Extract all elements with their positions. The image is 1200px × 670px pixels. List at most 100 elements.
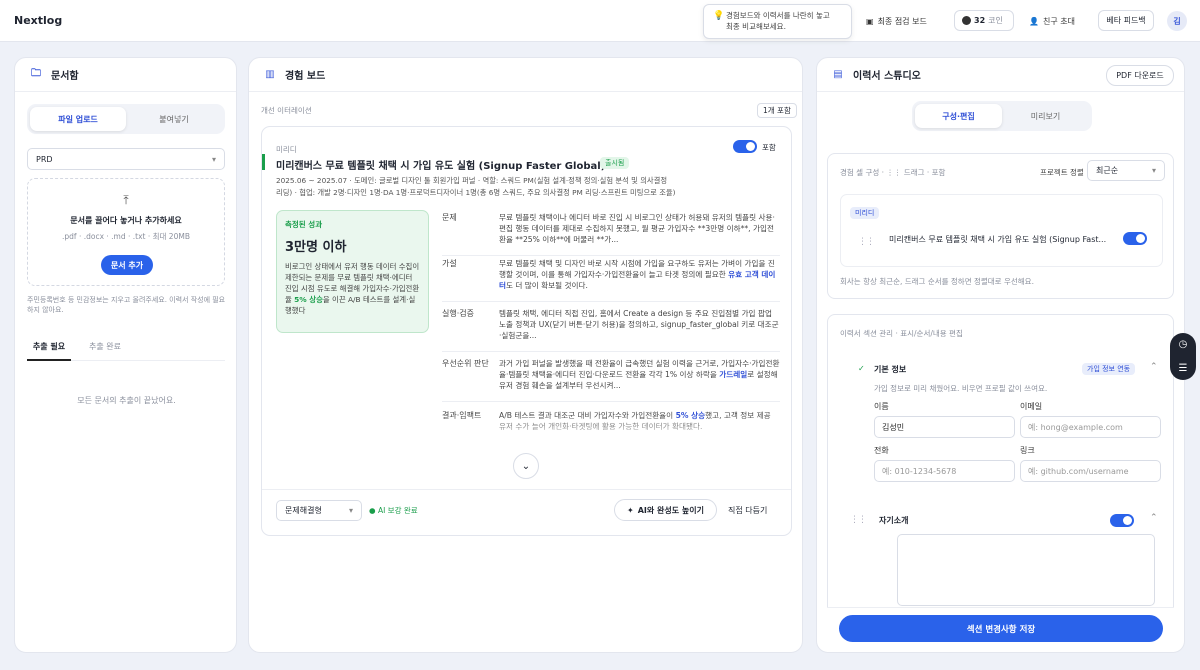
tab-file-upload[interactable]: 파일 업로드: [30, 107, 126, 131]
intro-title: 자기소개: [879, 516, 909, 525]
invite-friend-button[interactable]: 👤 친구 초대: [1029, 12, 1075, 30]
tab-needs-extraction[interactable]: 추출 필요: [27, 341, 71, 361]
folder-icon: 🗀: [31, 68, 41, 79]
intro-include-toggle[interactable]: [1110, 514, 1134, 527]
metric-label: 측정된 성과: [285, 220, 323, 229]
drag-handle-icon[interactable]: ⋮⋮: [858, 237, 875, 247]
star-row-label: 우선순위 판단: [442, 359, 489, 368]
empty-message: 모든 문서의 추출이 끝났어요.: [77, 396, 176, 405]
star-row: 문제 무료 템플릿 채택이나 에디터 바로 진입 시 비로그인 상태가 허용돼 유…: [442, 210, 780, 256]
privacy-note: 주민등록번호 등 민감정보는 지우고 올려주세요. 이력서 작성에 필요하지 않…: [27, 296, 226, 314]
add-document-button[interactable]: 문서 추가: [101, 255, 153, 275]
clock-icon[interactable]: ◷: [1179, 339, 1188, 350]
beta-feedback-label: 베타 피드백: [1106, 16, 1146, 25]
upload-icon: ⤒: [123, 193, 129, 207]
top-bar: Nextlog 💡 경험보드와 이력서를 나란히 놓고 최종 비교해보세요. ▣…: [0, 0, 1200, 42]
avatar[interactable]: 김: [1167, 11, 1187, 31]
star-row-label: 가설: [442, 259, 457, 268]
company-badge: 미리디: [850, 207, 880, 219]
check-circle-icon: ✓: [858, 364, 865, 373]
fade-overlay: [442, 415, 780, 440]
list-icon[interactable]: ☰: [1179, 363, 1188, 374]
experience-include-toggle[interactable]: [1123, 232, 1147, 245]
card-accent-bar: [262, 154, 265, 170]
order-note: 회사는 항상 최근순, 드래그 순서를 정하면 정렬대로 우선해요.: [840, 277, 1034, 286]
ai-status-label: AI 보강 완료: [377, 506, 418, 515]
tab-paste[interactable]: 붙여넣기: [126, 107, 222, 131]
library-panel: 🗀 문서함 파일 업로드 붙여넣기 PRD ▾ ⤒ 문서를 끌어다 놓거나 추가…: [14, 57, 237, 653]
beta-feedback-button[interactable]: 베타 피드백: [1098, 10, 1154, 31]
drop-title: 문서를 끌어다 놓거나 추가하세요: [70, 216, 182, 225]
app-logo[interactable]: Nextlog: [14, 14, 62, 27]
star-row-text: 과거 가입 퍼널을 발생했을 때 전환율이 급속했던 실험 이력을 근거로, 가…: [499, 358, 780, 391]
floating-tools: ◷ ☰: [1170, 333, 1196, 380]
experience-card: 미리디 포함 미리캔버스 무료 템플릿 채택 시 가입 유도 실험 (Signu…: [261, 126, 792, 536]
sparkle-icon: ✦: [627, 505, 634, 515]
save-sections-button[interactable]: 섹션 변경사항 저장: [839, 615, 1163, 642]
board-header: ▥ 경험 보드: [249, 58, 802, 92]
card-meta: 2025.06 ~ 2025.07 · 도메인: 글로벌 디자인 툴 회원가입 …: [276, 175, 781, 199]
star-row: 실행·검증 템플릿 채택, 에디터 직접 진입, 홈에서 Create a des…: [442, 306, 780, 352]
basic-info-title: 기본 정보: [874, 365, 907, 374]
star-row-label: 문제: [442, 213, 457, 222]
chevron-up-icon[interactable]: ⌃: [1150, 513, 1158, 523]
board-panel: ▥ 경험 보드 개선 이터레이션 1개 포함 미리디 포함 미리캔버스 무료 템…: [248, 57, 803, 653]
star-row-text: 템플릿 채택, 에디터 직접 진입, 홈에서 Create a design 등…: [499, 308, 780, 341]
coin-icon: [962, 16, 971, 25]
ai-improve-button[interactable]: ✦ AI와 완성도 높이기: [614, 499, 717, 521]
card-footer-divider: [262, 489, 791, 490]
star-row-text: 무료 템플릿 채택 및 디자인 바로 시작 시점에 가입을 요구하도 유저는 가…: [499, 258, 780, 291]
star-row-highlight: 가드레일: [719, 370, 748, 379]
card-meta-line-1: 2025.06 ~ 2025.07 · 도메인: 글로벌 디자인 툴 회원가입 …: [276, 176, 668, 185]
star-row-text: 무료 템플릿 채택이나 에디터 바로 진입 시 비로그인 상태가 허용돼 유저의…: [499, 212, 780, 245]
compose-label: 경험 셀 구성 · ⋮⋮ 드래그 · 포함: [840, 168, 946, 177]
extraction-tabs: 추출 필요 추출 완료: [27, 341, 225, 361]
link-field[interactable]: 예: github.com/username: [1020, 460, 1161, 482]
coins-pill[interactable]: 32 코인: [954, 10, 1014, 31]
user-plus-icon: 👤: [1029, 16, 1039, 26]
chevron-up-icon[interactable]: ⌃: [1150, 362, 1158, 372]
metric-desc-highlight: 5% 상승: [294, 295, 323, 304]
star-row: 가설 무료 템플릿 채택 및 디자인 바로 시작 시점에 가입을 요구하도 유저는…: [442, 256, 780, 302]
tab-preview[interactable]: 미리보기: [1002, 104, 1089, 128]
final-check-board-button[interactable]: ▣ 최종 점검 보드: [866, 12, 927, 30]
drag-handle-icon[interactable]: ⋮⋮: [850, 515, 867, 525]
edit-directly-button[interactable]: 직접 다듬기: [728, 505, 767, 516]
email-field[interactable]: 예: hong@example.com: [1020, 416, 1161, 438]
pdf-download-button[interactable]: PDF 다운로드: [1106, 65, 1174, 86]
experience-compose-card: 경험 셀 구성 · ⋮⋮ 드래그 · 포함 프로젝트 정렬 최근순 ▾ 미리디 …: [827, 153, 1174, 299]
ai-status: ● AI 보강 완료: [369, 505, 418, 516]
metric-box: 측정된 성과 3만명 이하 비로그인 상태에서 유저 행동 데이터 수집이 제한…: [276, 210, 429, 333]
star-row-label: 실행·검증: [442, 309, 474, 318]
category-select[interactable]: 문제해결형 ▾: [276, 500, 362, 521]
sort-select[interactable]: 최근순 ▾: [1087, 160, 1165, 181]
chevron-down-icon: ▾: [211, 154, 216, 164]
metric-value: 3만명 이하: [285, 240, 347, 255]
intro-textarea[interactable]: [897, 534, 1155, 606]
basic-info-hint: 가입 정보로 미리 채웠어요. 비우면 프로필 값이 쓰여요.: [874, 384, 1048, 393]
doc-type-select[interactable]: PRD ▾: [27, 148, 225, 170]
tab-extracted[interactable]: 추출 완료: [85, 341, 125, 361]
expand-chevron-icon[interactable]: ⌄: [513, 453, 539, 479]
library-tabs: 파일 업로드 붙여넣기: [27, 104, 225, 134]
included-count-badge: 1개 포함: [757, 103, 797, 118]
sort-label: 프로젝트 정렬: [1040, 168, 1084, 177]
card-meta-line-2: 리딩) · 협업: 개발 2명·디자인 1명·DA 1명·프로덕트디자이너 1명…: [276, 188, 676, 197]
phone-field[interactable]: 예: 010-1234-5678: [874, 460, 1015, 482]
star-rows: 문제 무료 템플릿 채택이나 에디터 바로 진입 시 비로그인 상태가 허용돼 유…: [442, 210, 780, 440]
drop-zone[interactable]: ⤒ 문서를 끌어다 놓거나 추가하세요 .pdf · .docx · .md ·…: [27, 178, 225, 286]
tab-compose[interactable]: 구성·편집: [915, 104, 1002, 128]
ai-improve-label: AI와 완성도 높이기: [637, 505, 704, 515]
board-title: 경험 보드: [285, 71, 326, 82]
star-row-text-part: 템플릿 채택, 에디터 직접 진입, 홈에서 Create a design 등…: [499, 309, 779, 340]
link-label: 링크: [1020, 446, 1035, 455]
sync-badge: 가입 정보 연동: [1082, 363, 1136, 375]
category-value: 문제해결형: [285, 506, 322, 515]
name-field[interactable]: 김성민: [874, 416, 1015, 438]
selected-experience-item[interactable]: 미리디 ⋮⋮ 미리캔버스 무료 템플릿 채택 시 가입 유도 실험 (Signu…: [840, 194, 1163, 267]
onboarding-tooltip: 💡 경험보드와 이력서를 나란히 놓고 최종 비교해보세요.: [703, 4, 852, 39]
doc-type-value: PRD: [36, 154, 53, 164]
section-manager: 이력서 섹션 관리 · 표시/순서/내용 편집 ✓ 기본 정보 가입 정보 연동…: [827, 314, 1174, 652]
star-row-text-part: 도 더 많이 확보될 것이다.: [506, 281, 588, 290]
include-toggle[interactable]: [733, 140, 757, 153]
